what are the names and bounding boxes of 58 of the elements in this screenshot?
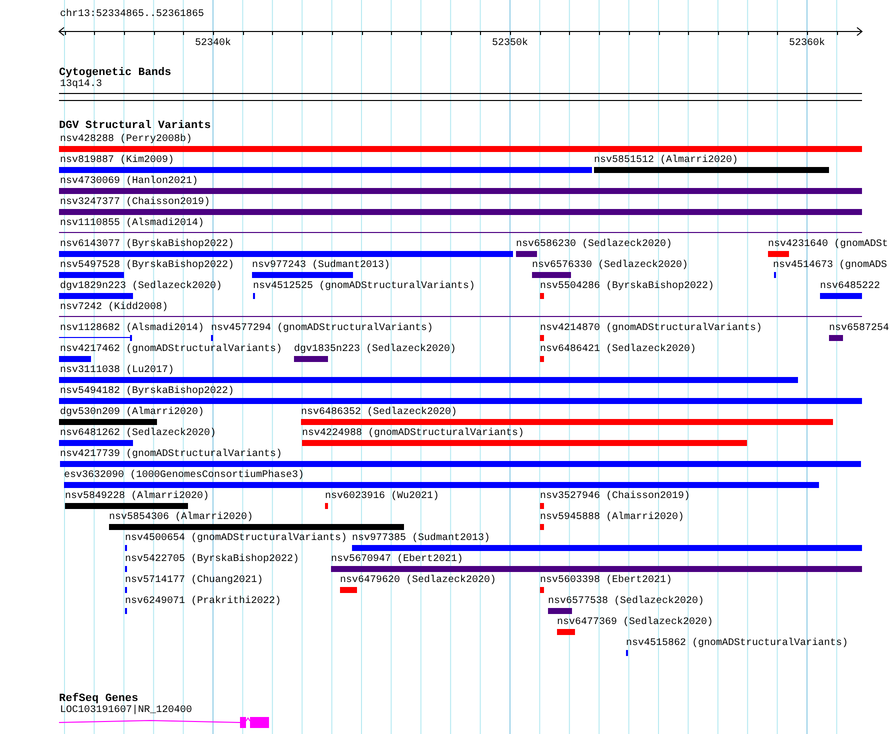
feature-label: nsv6486421 (Sedlazeck2020) <box>540 344 696 356</box>
feature-label: nsv4515862 (gnomADStructuralVariants) <box>626 638 848 650</box>
feature-label: nsv3527946 (Chaisson2019) <box>540 491 690 503</box>
gene-label: LOC103191607|NR_120400 <box>60 705 192 717</box>
feature-label: nsv4217462 (gnomADStructuralVariants) <box>60 344 282 356</box>
feature-label: nsv6587254 <box>829 323 890 335</box>
feature-label: nsv3111038 (Lu2017) <box>60 365 174 377</box>
tick-label: 52360k <box>789 38 825 49</box>
feature-label: nsv428288 (Perry2008b) <box>60 134 192 146</box>
feature-label: nsv4577294 (gnomADStructuralVariants) <box>211 323 434 335</box>
feature-label: nsv1128682 (Alsmadi2014) <box>60 323 204 335</box>
feature-label: nsv5849228 (Almarri2020) <box>65 491 210 503</box>
feature-label: nsv7242 (Kidd2008) <box>60 302 168 314</box>
feature-label: nsv6485222 <box>820 281 880 293</box>
feature-label: nsv6249071 (Prakrithi2022) <box>125 596 282 608</box>
feature-label: nsv4217739 (gnomADStructuralVariants) <box>60 449 282 461</box>
feature-label: nsv5851512 (Almarri2020) <box>594 155 738 167</box>
feature-label: nsv4512525 (gnomADStructuralVariants) <box>253 281 476 293</box>
tick-label: 52350k <box>492 38 528 49</box>
feature-label: nsv819887 (Kim2009) <box>60 155 174 167</box>
track-title: RefSeq Genes <box>59 693 138 705</box>
band-label: 13q14.3 <box>60 79 102 91</box>
feature-label: nsv5494182 (ByrskaBishop2022) <box>60 386 234 398</box>
feature-label: nsv5603398 (Ebert2021) <box>540 575 672 587</box>
feature-label: nsv4500654 (gnomADStructuralVariants) <box>125 533 348 545</box>
feature-label: nsv6586230 (Sedlazeck2020) <box>516 239 672 251</box>
tick-label: 52340k <box>195 38 231 49</box>
feature-label: nsv6577538 (Sedlazeck2020) <box>548 596 704 608</box>
feature-label: dgv1829n223 (Sedlazeck2020) <box>60 281 222 293</box>
feature-label: dgv1835n223 (Sedlazeck2020) <box>294 344 456 356</box>
feature-label: nsv6481262 (Sedlazeck2020) <box>60 428 216 440</box>
feature-label: nsv4214870 (gnomADStructuralVariants) <box>540 323 762 335</box>
feature-label: nsv4224988 (gnomADStructuralVariants) <box>302 428 524 440</box>
feature-label: nsv6479620 (Sedlazeck2020) <box>340 575 496 587</box>
feature-label: nsv977385 (Sudmant2013) <box>352 533 490 545</box>
feature-label: nsv5497528 (ByrskaBishop2022) <box>60 260 234 272</box>
track-title: DGV Structural Variants <box>59 120 211 132</box>
feature-label: nsv4730069 (Hanlon2021) <box>60 176 198 188</box>
feature-label: nsv6576330 (Sedlazeck2020) <box>532 260 688 272</box>
feature-label: esv3632090 (1000GenomesConsortiumPhase3) <box>64 470 304 482</box>
feature-label: nsv1110855 (Alsmadi2014) <box>60 218 204 230</box>
feature-label: nsv4514673 (gnomADS <box>773 260 888 272</box>
feature-label: nsv4231640 (gnomADSt <box>768 239 888 251</box>
track-title: Cytogenetic Bands <box>59 67 172 79</box>
location-label: chr13:52334865..52361865 <box>60 9 204 21</box>
feature-label: nsv6486352 (Sedlazeck2020) <box>301 407 458 419</box>
feature-label: nsv5714177 (Chuang2021) <box>125 575 264 587</box>
feature-label: nsv6477369 (Sedlazeck2020) <box>557 617 714 629</box>
feature-label: nsv6023916 (Wu2021) <box>325 491 440 503</box>
feature-label: nsv5670947 (Ebert2021) <box>331 554 464 566</box>
feature-label: nsv5945888 (Almarri2020) <box>540 512 684 524</box>
feature-label: nsv6143077 (ByrskaBishop2022) <box>60 239 234 251</box>
feature-label: nsv5504286 (ByrskaBishop2022) <box>540 281 714 293</box>
feature-label: dgv530n209 (Almarri2020) <box>60 407 204 419</box>
feature-label: nsv977243 (Sudmant2013) <box>252 260 390 272</box>
feature-label: nsv5854306 (Almarri2020) <box>109 512 254 524</box>
feature-label: nsv3247377 (Chaisson2019) <box>60 197 210 209</box>
feature-label: nsv5422705 (ByrskaBishop2022) <box>125 554 300 566</box>
